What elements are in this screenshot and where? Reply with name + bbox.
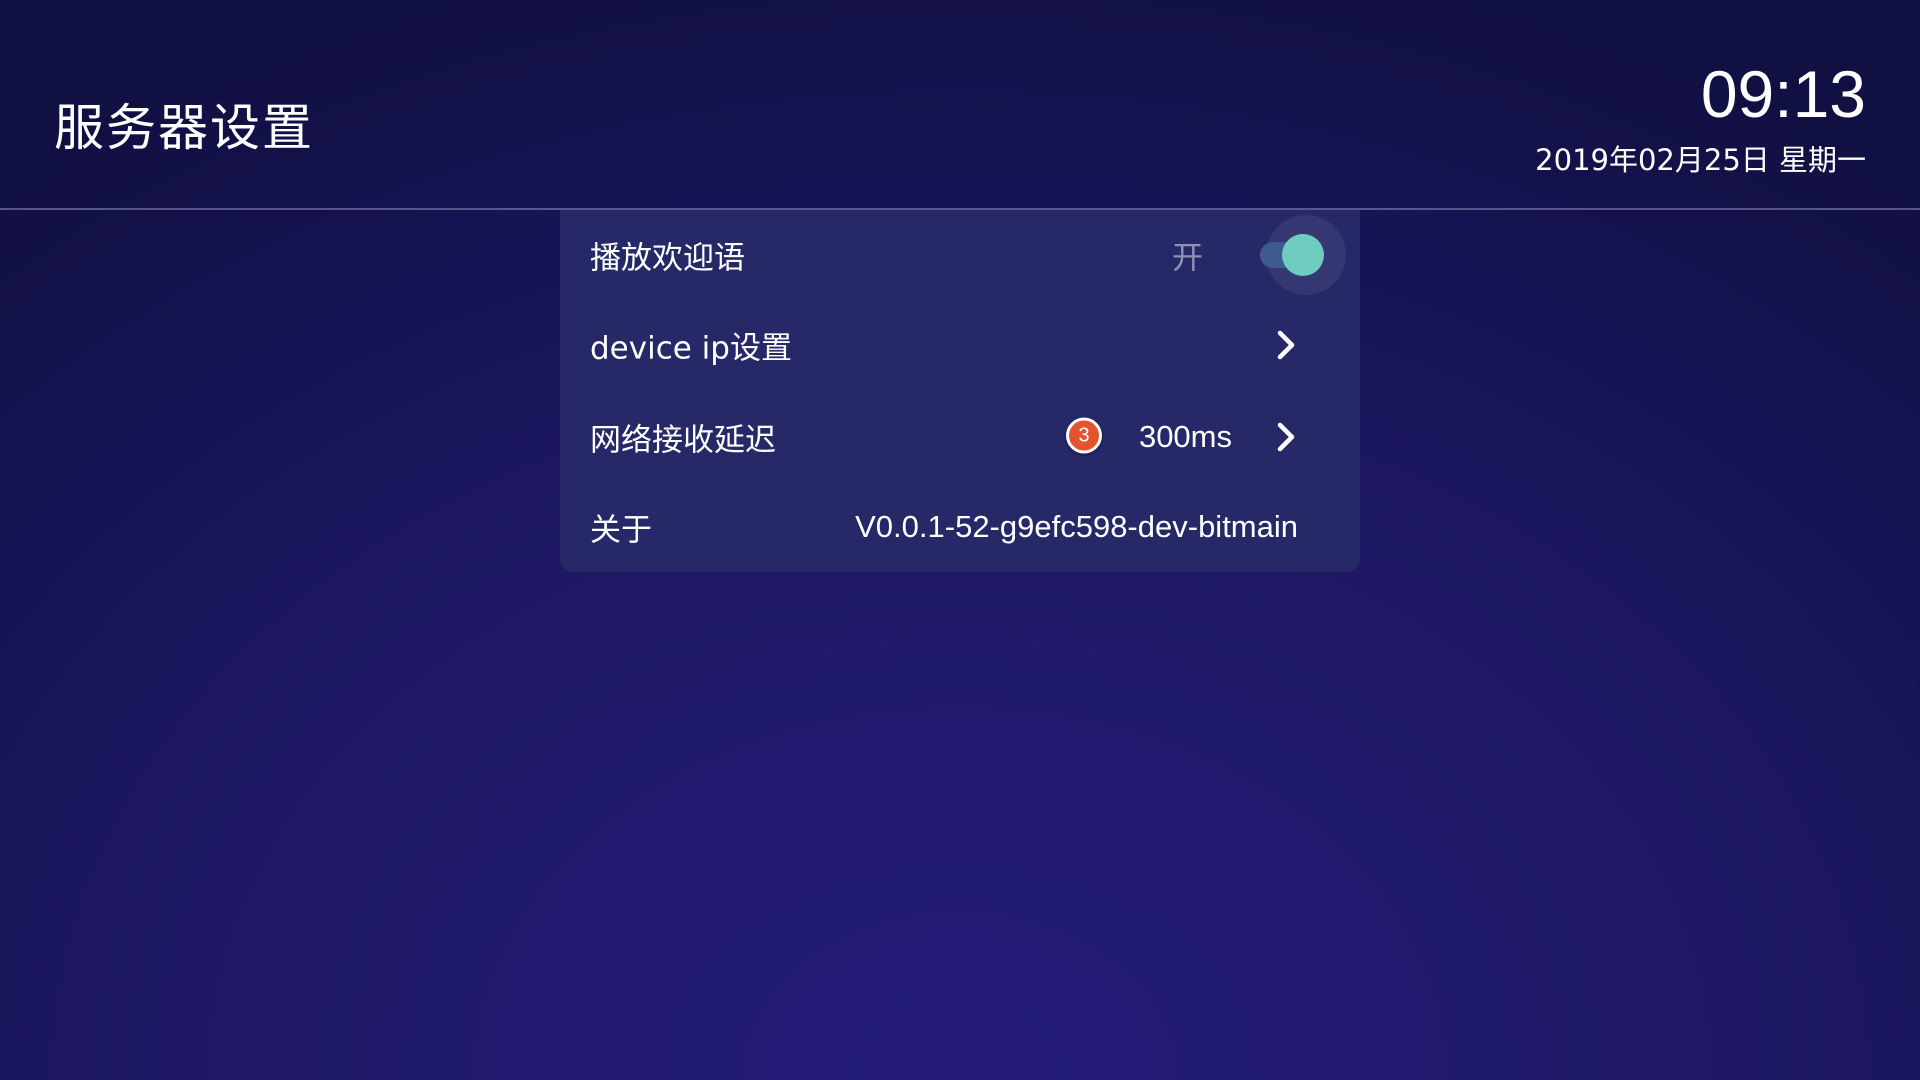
chevron-right-icon[interactable] bbox=[1273, 420, 1299, 454]
clock-date: 2019年02月25日 星期一 bbox=[1535, 143, 1866, 177]
network-delay-value: 300ms bbox=[1138, 419, 1232, 454]
setting-row-welcome-message[interactable]: 播放欢迎语 开 bbox=[560, 210, 1360, 300]
clock-time: 09:13 bbox=[1700, 57, 1866, 131]
page-title: 服务器设置 bbox=[54, 99, 314, 157]
setting-label-network-delay: 网络接收延迟 bbox=[590, 422, 776, 459]
header-bar: 服务器设置 09:13 2019年02月25日 星期一 bbox=[0, 0, 1920, 210]
setting-row-network-delay[interactable]: 网络接收延迟 3 300ms bbox=[560, 392, 1360, 482]
notification-badge: 3 bbox=[1066, 417, 1102, 454]
setting-label-welcome-message: 播放欢迎语 bbox=[590, 240, 745, 277]
version-string: V0.0.1-52-g9efc598-dev-bitmain bbox=[855, 509, 1298, 544]
setting-row-about[interactable]: 关于 V0.0.1-52-g9efc598-dev-bitmain bbox=[560, 482, 1360, 572]
settings-panel: 播放欢迎语 开 device ip设置 网络接收延迟 3 300ms 关于 V0… bbox=[560, 210, 1360, 572]
setting-label-device-ip: device ip设置 bbox=[590, 330, 792, 367]
toggle-thumb[interactable] bbox=[1282, 234, 1324, 276]
setting-row-device-ip[interactable]: device ip设置 bbox=[560, 300, 1360, 390]
setting-label-about: 关于 bbox=[590, 512, 652, 549]
toggle-state-text: 开 bbox=[1172, 240, 1203, 277]
chevron-right-icon[interactable] bbox=[1273, 328, 1299, 362]
